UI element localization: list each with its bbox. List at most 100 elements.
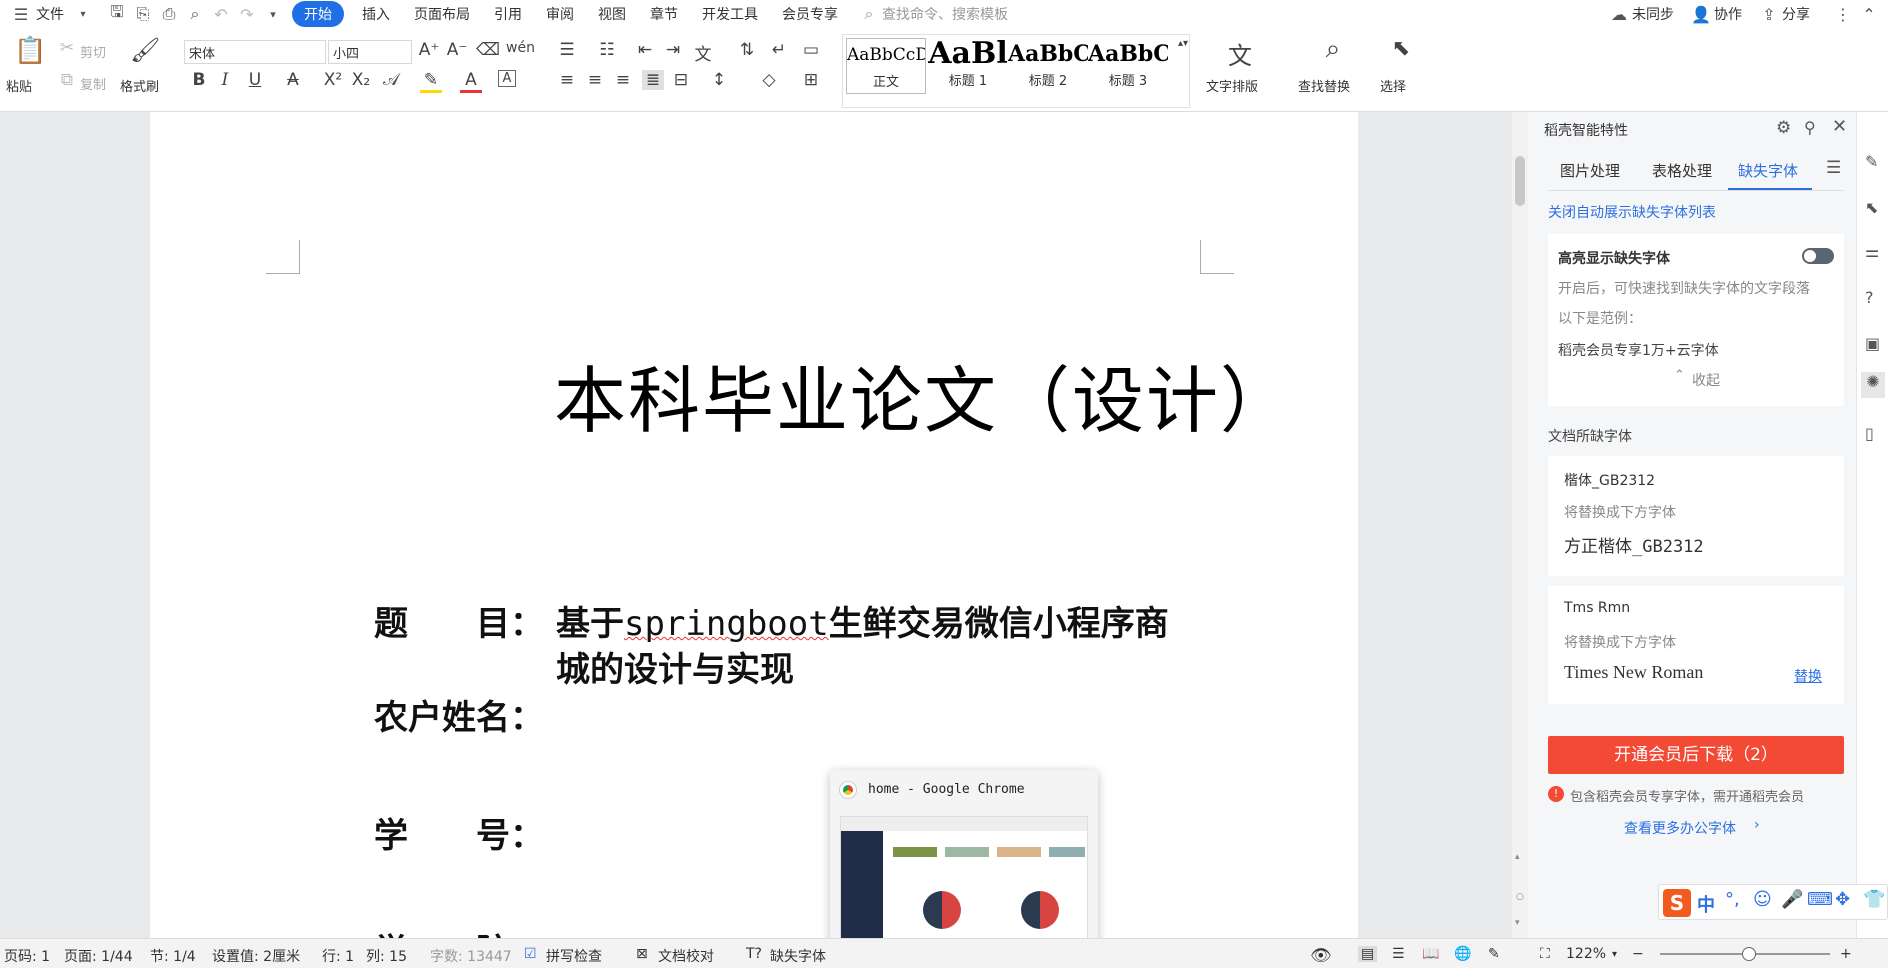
college-label[interactable]: 学 院：	[374, 924, 544, 938]
find-replace-icon[interactable]: ⌕	[1318, 34, 1348, 65]
redo-icon[interactable]: ↷	[234, 5, 260, 24]
image-icon[interactable]: ▣	[1865, 334, 1880, 353]
font-family-select[interactable]: 宋体	[184, 40, 326, 64]
cut-icon[interactable]: ✂	[56, 38, 78, 58]
emoji-icon[interactable]: ☺	[1753, 889, 1772, 910]
page-code[interactable]: 页码: 1	[4, 946, 50, 966]
highlight-toggle[interactable]	[1802, 248, 1834, 264]
punct-icon[interactable]: °,	[1725, 889, 1740, 910]
more-icon[interactable]: ▾	[260, 8, 286, 21]
underline-icon[interactable]: U	[244, 70, 266, 90]
clear-format-icon[interactable]: ⌫	[476, 40, 500, 60]
book-icon[interactable]: ▯	[1865, 424, 1874, 443]
print-preview-icon[interactable]: ⌕	[182, 4, 208, 24]
sogou-logo-icon[interactable]: S	[1663, 889, 1691, 917]
zoom-slider-thumb[interactable]	[1742, 947, 1756, 961]
show-marks-icon[interactable]: ↵	[768, 40, 790, 60]
zoom-level[interactable]: 122%	[1566, 946, 1606, 962]
outline-view-icon[interactable]: ☰	[1392, 946, 1405, 962]
collapse-button[interactable]: 收起	[1692, 370, 1720, 390]
justify-icon[interactable]: ≣	[642, 70, 664, 90]
close-auto-link[interactable]: 关闭自动展示缺失字体列表	[1548, 202, 1716, 222]
zoom-out-icon[interactable]: −	[1632, 946, 1644, 962]
bullet-list-icon[interactable]: ☰	[556, 40, 578, 60]
text-effect-icon[interactable]: 𝒜	[380, 70, 402, 90]
align-right-icon[interactable]: ≡	[612, 70, 634, 90]
read-view-icon[interactable]: 📖	[1422, 946, 1439, 962]
student-id-label[interactable]: 学 号：	[374, 808, 544, 857]
scrollbar-thumb[interactable]	[1515, 156, 1525, 206]
file-menu[interactable]: 文件	[34, 4, 76, 24]
align-center-icon[interactable]: ≡	[584, 70, 606, 90]
scroll-next-icon[interactable]: ▾	[1515, 918, 1520, 928]
find-replace-button[interactable]: 查找替换	[1298, 76, 1350, 95]
font-size-select[interactable]: 小四	[328, 40, 412, 64]
tab-view[interactable]: 视图	[586, 4, 638, 24]
shrink-font-icon[interactable]: A⁻	[446, 40, 468, 60]
chrome-window-preview[interactable]: home - Google Chrome	[830, 770, 1098, 962]
style-heading1[interactable]: AaBl 标题 1	[928, 38, 1008, 94]
format-painter-button[interactable]: 格式刷	[120, 76, 159, 95]
copy-button[interactable]: 复制	[80, 74, 106, 93]
vertical-scrollbar[interactable]: ▴ ○ ▾	[1512, 112, 1528, 938]
collapse-ribbon-icon[interactable]: ⌃	[1856, 5, 1882, 24]
tab-member[interactable]: 会员专享	[770, 4, 850, 24]
word-count[interactable]: 字数: 13447	[430, 946, 512, 966]
more-options-icon[interactable]: ⋮	[1830, 5, 1856, 24]
style-normal[interactable]: AaBbCcDd 正文	[846, 38, 926, 94]
sort-icon[interactable]: ⇅	[736, 40, 758, 60]
tab-table[interactable]: 表格处理	[1652, 160, 1712, 181]
styles-scroll-icon[interactable]: ▴▾	[1172, 38, 1194, 49]
proof-button[interactable]: 文档校对	[658, 946, 714, 966]
tab-missing-font[interactable]: 缺失字体	[1738, 160, 1798, 181]
distribute-icon[interactable]: ⊟	[670, 70, 692, 90]
edit-icon[interactable]: ✎	[1865, 152, 1878, 171]
numbered-list-icon[interactable]: ☷	[596, 40, 618, 60]
download-button[interactable]: 开通会员后下载（2）	[1548, 736, 1844, 774]
zoom-dropdown-icon[interactable]: ▾	[1612, 949, 1617, 960]
paste-button[interactable]: 粘贴	[6, 76, 32, 95]
save-icon[interactable]: 🖫	[104, 1, 130, 28]
list-icon[interactable]: ☰	[1826, 158, 1841, 178]
collapse-chevron-icon[interactable]: ⌃	[1674, 368, 1685, 383]
more-fonts-link[interactable]: 查看更多办公字体	[1624, 818, 1736, 838]
select-icon[interactable]: ⬉	[1390, 36, 1412, 61]
topic-value[interactable]: 基于springboot生鲜交易微信小程序商	[556, 596, 1169, 645]
topic-value-line2[interactable]: 城的设计与实现	[556, 642, 794, 691]
zoom-in-icon[interactable]: +	[1840, 946, 1852, 962]
page-view-icon[interactable]: ▤	[1358, 946, 1378, 962]
tab-developer[interactable]: 开发工具	[690, 4, 770, 24]
cursor-icon[interactable]: ⬉	[1865, 198, 1878, 217]
text-layout-button[interactable]: 文字排版	[1206, 76, 1258, 95]
paste-icon[interactable]: 📋	[14, 36, 46, 66]
topic-label[interactable]: 题 目：	[374, 596, 544, 645]
close-icon[interactable]: ✕	[1832, 116, 1847, 137]
text-layout-icon[interactable]: 文	[1226, 36, 1254, 71]
style-heading2[interactable]: AaBbC 标题 2	[1008, 38, 1088, 94]
strikethrough-icon[interactable]: A	[282, 70, 304, 90]
line-spacing-icon[interactable]: ↕	[708, 70, 730, 90]
shading-icon[interactable]: ◇	[758, 70, 780, 90]
pen-icon[interactable]: ✎	[1488, 946, 1500, 962]
page-count[interactable]: 页面: 1/44	[64, 946, 133, 966]
settings-icon[interactable]: ⚙	[1776, 118, 1791, 138]
tab-layout[interactable]: 页面布局	[402, 4, 482, 24]
replace-button[interactable]: 替换	[1794, 666, 1822, 686]
cut-button[interactable]: 剪切	[80, 42, 106, 61]
scroll-select-icon[interactable]: ○	[1516, 892, 1524, 902]
tab-review[interactable]: 审阅	[534, 4, 586, 24]
bold-icon[interactable]: B	[188, 70, 210, 90]
skin-icon[interactable]: ✥	[1835, 889, 1850, 910]
format-painter-icon[interactable]: 🖌	[130, 36, 160, 64]
chevron-right-icon[interactable]: ›	[1754, 817, 1760, 833]
sliders-icon[interactable]: ⚌	[1865, 242, 1879, 261]
undo-icon[interactable]: ↶	[208, 5, 234, 24]
document-page[interactable]: 本科毕业论文（设计） 题 目： 基于springboot生鲜交易微信小程序商 城…	[150, 112, 1358, 938]
hamburger-icon[interactable]: ☰	[8, 5, 34, 24]
farmer-name-label[interactable]: 农户姓名：	[374, 690, 544, 739]
font-color-icon[interactable]: A	[460, 70, 482, 93]
sync-status[interactable]: 未同步	[1632, 4, 1674, 24]
pinyin-icon[interactable]: wén	[506, 40, 535, 56]
subscript-icon[interactable]: X₂	[350, 70, 372, 90]
ruler-icon[interactable]: ▭	[800, 40, 822, 60]
